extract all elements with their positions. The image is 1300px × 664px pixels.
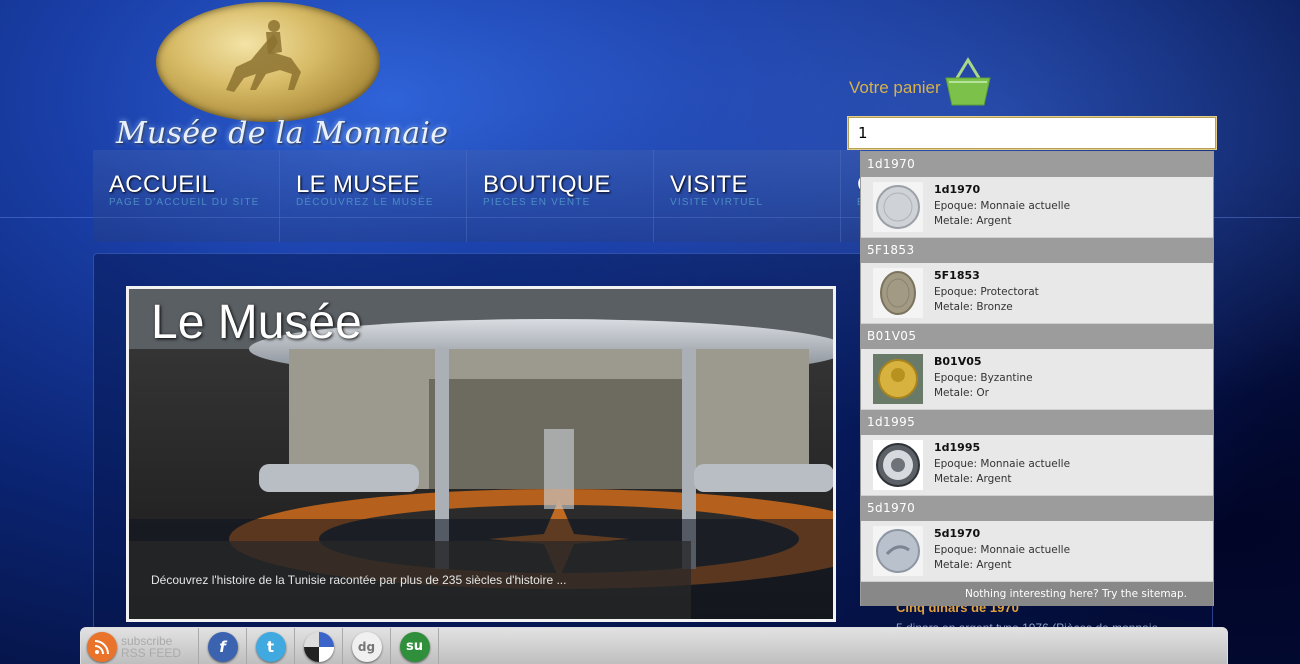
result-code: 5F1853 [934,269,980,282]
twitter-icon: t [255,631,286,662]
nav-title: BOUTIQUE [483,171,611,198]
nav-subtitle: PIECES EN VENTE [483,197,591,208]
rss-label-line2: RSS FEED [121,645,182,660]
result-metal: Metale: Bronze [934,301,1013,313]
nav-item-visite[interactable]: VISITE VISITE VIRTUEL [654,150,841,242]
result-group-header: 1d1995 [861,410,1213,435]
main-nav: ACCUEIL PAGE D'ACCUEIL DU SITE LE MUSEE … [93,150,861,242]
search-result-item[interactable]: B01V05 Epoque: Byzantine Metale: Or [861,349,1213,410]
result-code: 1d1995 [934,441,981,454]
result-code: 1d1970 [934,183,981,196]
result-epoch: Epoque: Byzantine [934,372,1033,384]
rss-label-line1: subscribe [121,633,173,648]
delicious-link[interactable] [295,628,343,664]
slide-caption: Découvrez l'histoire de la Tunisie racon… [129,541,691,619]
delicious-icon [303,631,334,662]
coin-thumbnail [873,182,923,232]
social-bar: subscribe RSS FEED f t dg su [80,627,1228,664]
search-result-group: 5d1970 5d1970 Epoque: Monnaie actuelle M… [861,496,1213,582]
result-group-header: B01V05 [861,324,1213,349]
cart-label: Votre panier [849,78,941,97]
coin-icon [880,271,916,315]
logo-coin-icon[interactable] [156,2,380,122]
horseman-icon [226,20,301,92]
coin-icon [876,529,920,573]
coin-icon [876,185,920,229]
basket-icon [945,57,991,106]
result-metal: Metale: Argent [934,215,1012,227]
result-epoch: Epoque: Monnaie actuelle [934,200,1071,212]
result-code: B01V05 [934,355,982,368]
search-result-group: 1d1995 1d1995 Epoque: Monnaie actuelle M… [861,410,1213,496]
search-result-group: 1d1970 1d1970 Epoque: Monnaie actuelle M… [861,152,1213,238]
nav-item-le-musee[interactable]: LE MUSEE DÉCOUVREZ LE MUSÉE [280,150,467,242]
digg-icon: dg [351,631,382,662]
site-logo-text[interactable]: Musée de la Monnaie [116,116,448,151]
nav-item-boutique[interactable]: BOUTIQUE PIECES EN VENTE [467,150,654,242]
nav-title: ACCUEIL [109,171,216,198]
nav-subtitle: PAGE D'ACCUEIL DU SITE [109,197,260,208]
slide-title: Le Musée [151,296,362,349]
nav-subtitle: DÉCOUVREZ LE MUSÉE [296,197,434,208]
nav-title: VISITE [670,171,748,198]
coin-thumbnail [873,354,923,404]
rss-icon [87,631,117,662]
result-epoch: Epoque: Monnaie actuelle [934,458,1071,470]
result-epoch: Epoque: Monnaie actuelle [934,544,1071,556]
search-result-item[interactable]: 5d1970 Epoque: Monnaie actuelle Metale: … [861,521,1213,582]
digg-link[interactable]: dg [343,628,391,664]
result-group-header: 5d1970 [861,496,1213,521]
coin-thumbnail [873,268,923,318]
search-result-item[interactable]: 1d1970 Epoque: Monnaie actuelle Metale: … [861,177,1213,238]
stumbleupon-icon: su [399,631,430,662]
coin-thumbnail [873,526,923,576]
result-epoch: Epoque: Protectorat [934,286,1039,298]
nav-item-accueil[interactable]: ACCUEIL PAGE D'ACCUEIL DU SITE [93,150,280,242]
rss-label: subscribe RSS FEED [121,635,181,659]
twitter-link[interactable]: t [247,628,295,664]
search-result-item[interactable]: 1d1995 Epoque: Monnaie actuelle Metale: … [861,435,1213,496]
search-result-group: B01V05 B01V05 Epoque: Byzantine Metale: … [861,324,1213,410]
cart-link[interactable]: Votre panier [849,56,993,108]
nav-title: LE MUSEE [296,171,420,198]
facebook-icon: f [207,631,238,662]
facebook-link[interactable]: f [199,628,247,664]
search-results-dropdown: 1d1970 1d1970 Epoque: Monnaie actuelle M… [860,151,1214,606]
slide-caption-text: Découvrez l'histoire de la Tunisie racon… [151,573,567,587]
search-result-group: 5F1853 5F1853 Epoque: Protectorat Metale… [861,238,1213,324]
result-group-header: 1d1970 [861,152,1213,177]
result-metal: Metale: Argent [934,473,1012,485]
rss-feed-link[interactable]: subscribe RSS FEED [81,628,199,664]
result-metal: Metale: Or [934,387,989,399]
result-metal: Metale: Argent [934,559,1012,571]
stumbleupon-link[interactable]: su [391,628,439,664]
museum-slider[interactable]: Le Musée Découvrez l'histoire de la Tuni… [126,286,836,622]
search-input[interactable] [847,116,1217,150]
coin-thumbnail [873,440,923,490]
nav-item-contact[interactable]: C E [841,150,861,242]
result-group-header: 5F1853 [861,238,1213,263]
result-code: 5d1970 [934,527,981,540]
coin-icon [878,359,918,399]
search-result-item[interactable]: 5F1853 Epoque: Protectorat Metale: Bronz… [861,263,1213,324]
nav-subtitle: VISITE VIRTUEL [670,197,764,208]
sitemap-link[interactable]: Nothing interesting here? Try the sitema… [861,582,1213,606]
coin-icon [876,443,920,487]
